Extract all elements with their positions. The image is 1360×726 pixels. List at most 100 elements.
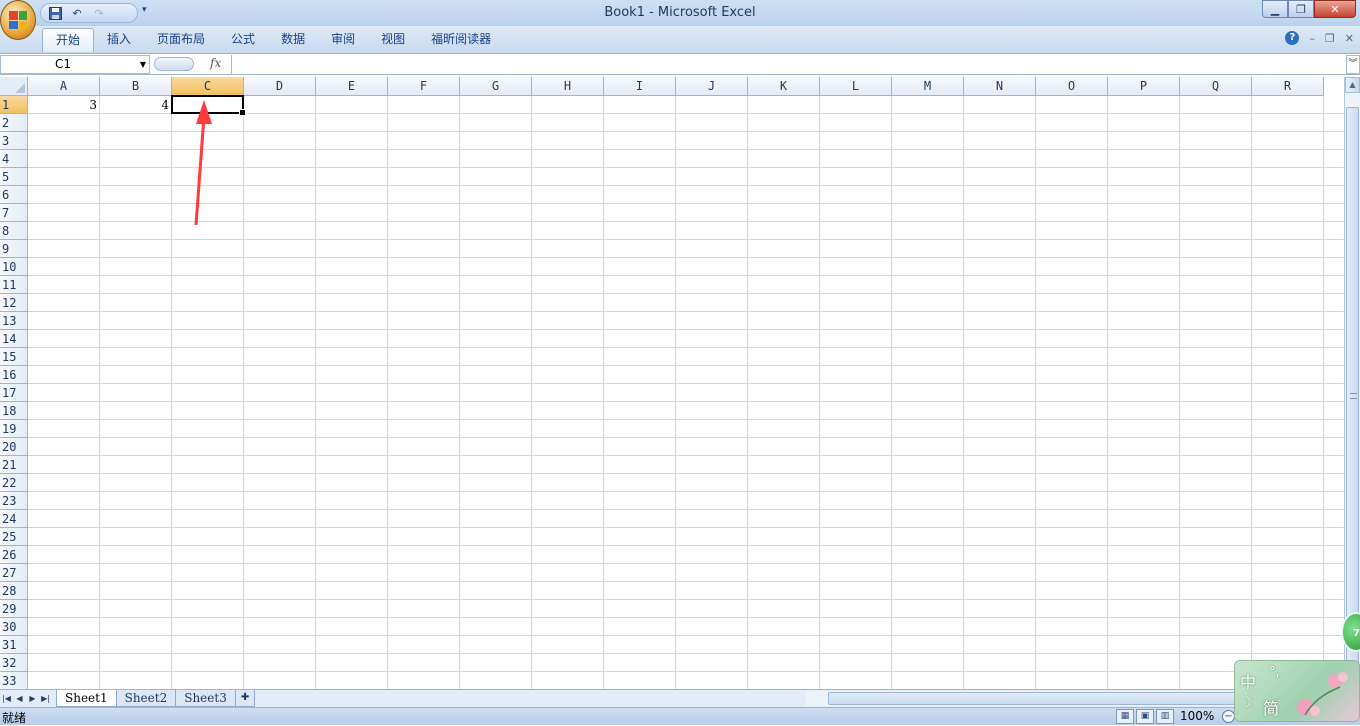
row-header-6[interactable]: 6 — [0, 186, 28, 204]
column-header-q[interactable]: Q — [1180, 77, 1252, 96]
prev-sheet-icon[interactable]: ◀ — [13, 691, 26, 706]
workbook-minimize-button[interactable]: – — [1309, 32, 1315, 45]
row-header-8[interactable]: 8 — [0, 222, 28, 240]
vertical-scroll-thumb[interactable] — [1346, 107, 1359, 667]
row-header-20[interactable]: 20 — [0, 438, 28, 456]
column-header-j[interactable]: J — [676, 77, 748, 96]
column-header-c[interactable]: C — [172, 77, 244, 96]
last-sheet-icon[interactable]: ▶| — [39, 691, 52, 706]
column-header-b[interactable]: B — [100, 77, 172, 96]
first-sheet-icon[interactable]: |◀ — [0, 691, 13, 706]
select-all-corner[interactable] — [0, 77, 28, 96]
name-box[interactable]: C1 ▼ — [0, 55, 150, 74]
row-header-19[interactable]: 19 — [0, 420, 28, 438]
sheet-tab-sheet3[interactable]: Sheet3 — [175, 690, 236, 707]
cell-area[interactable] — [28, 96, 1344, 689]
column-header-m[interactable]: M — [892, 77, 964, 96]
row-header-7[interactable]: 7 — [0, 204, 28, 222]
insert-sheet-icon[interactable]: ✚ — [234, 690, 256, 707]
office-button[interactable] — [0, 0, 36, 40]
row-header-17[interactable]: 17 — [0, 384, 28, 402]
vertical-scrollbar[interactable]: ▲ — [1344, 77, 1360, 689]
workbook-close-button[interactable]: ✕ — [1345, 32, 1354, 45]
ime-simplified[interactable]: 简 — [1263, 695, 1279, 719]
tab-formulas[interactable]: 公式 — [218, 28, 268, 52]
ime-mode-chinese[interactable]: 中 — [1240, 669, 1256, 693]
column-header-g[interactable]: G — [460, 77, 532, 96]
sheet-tab-sheet1[interactable]: Sheet1 — [56, 690, 117, 707]
tab-page-layout[interactable]: 页面布局 — [144, 28, 218, 52]
row-header-10[interactable]: 10 — [0, 258, 28, 276]
active-cell-c1[interactable] — [171, 95, 246, 116]
column-header-a[interactable]: A — [28, 77, 100, 96]
column-header-p[interactable]: P — [1108, 77, 1180, 96]
ime-toolbar[interactable]: 中 °, ☽ 简 — [1234, 660, 1360, 722]
tab-home[interactable]: 开始 — [42, 28, 95, 52]
row-header-30[interactable]: 30 — [0, 618, 28, 636]
row-header-24[interactable]: 24 — [0, 510, 28, 528]
cell-a1[interactable]: 3 — [28, 96, 100, 114]
column-header-i[interactable]: I — [604, 77, 676, 96]
row-header-26[interactable]: 26 — [0, 546, 28, 564]
page-layout-view-icon[interactable]: ▣ — [1136, 709, 1154, 724]
chevron-down-icon[interactable]: ▼ — [140, 56, 146, 73]
row-header-9[interactable]: 9 — [0, 240, 28, 258]
row-header-33[interactable]: 33 — [0, 672, 28, 689]
row-header-1[interactable]: 1 — [0, 96, 28, 114]
close-button[interactable]: ✕ — [1314, 0, 1356, 18]
row-header-18[interactable]: 18 — [0, 402, 28, 420]
scroll-up-icon[interactable]: ▲ — [1345, 77, 1360, 93]
row-header-25[interactable]: 25 — [0, 528, 28, 546]
column-header-l[interactable]: L — [820, 77, 892, 96]
column-header-k[interactable]: K — [748, 77, 820, 96]
minimize-button[interactable]: ▁ — [1262, 0, 1288, 18]
column-header-r[interactable]: R — [1252, 77, 1324, 96]
column-header-f[interactable]: F — [388, 77, 460, 96]
cell-b1[interactable]: 4 — [100, 96, 172, 114]
normal-view-icon[interactable]: ▦ — [1116, 709, 1134, 724]
tab-review[interactable]: 审阅 — [318, 28, 368, 52]
column-header-n[interactable]: N — [964, 77, 1036, 96]
row-header-21[interactable]: 21 — [0, 456, 28, 474]
tab-insert[interactable]: 插入 — [94, 28, 144, 52]
tab-foxit-reader[interactable]: 福昕阅读器 — [418, 28, 504, 52]
tab-data[interactable]: 数据 — [268, 28, 318, 52]
row-header-32[interactable]: 32 — [0, 654, 28, 672]
row-header-16[interactable]: 16 — [0, 366, 28, 384]
sheet-navigation: |◀ ◀ ▶ ▶| — [0, 691, 52, 706]
formula-toggle-handle[interactable] — [154, 57, 194, 71]
row-header-14[interactable]: 14 — [0, 330, 28, 348]
sheet-tab-sheet2[interactable]: Sheet2 — [115, 690, 177, 707]
moon-icon[interactable]: ☽ — [1240, 695, 1253, 711]
worksheet-grid[interactable]: A B C D E F G H I J K L M N O P Q R 1 2 3 4 5 6 7 8 9 10 11 12 13 14 15 1… — [0, 77, 1344, 689]
help-icon[interactable]: ? — [1285, 31, 1300, 45]
row-header-28[interactable]: 28 — [0, 582, 28, 600]
row-header-23[interactable]: 23 — [0, 492, 28, 510]
column-header-e[interactable]: E — [316, 77, 388, 96]
row-header-13[interactable]: 13 — [0, 312, 28, 330]
row-header-3[interactable]: 3 — [0, 132, 28, 150]
row-header-27[interactable]: 27 — [0, 564, 28, 582]
column-header-d[interactable]: D — [244, 77, 316, 96]
column-header-h[interactable]: H — [532, 77, 604, 96]
row-header-5[interactable]: 5 — [0, 168, 28, 186]
ime-punctuation[interactable]: °, — [1269, 665, 1280, 680]
row-header-4[interactable]: 4 — [0, 150, 28, 168]
row-header-15[interactable]: 15 — [0, 348, 28, 366]
workbook-restore-button[interactable]: ❐ — [1325, 32, 1335, 45]
zoom-level[interactable]: 100% — [1180, 709, 1214, 723]
page-break-view-icon[interactable]: ▥ — [1156, 709, 1174, 724]
row-header-22[interactable]: 22 — [0, 474, 28, 492]
formula-input[interactable] — [231, 55, 1344, 74]
column-header-o[interactable]: O — [1036, 77, 1108, 96]
row-header-12[interactable]: 12 — [0, 294, 28, 312]
tab-view[interactable]: 视图 — [368, 28, 418, 52]
restore-button[interactable]: ❐ — [1288, 0, 1314, 18]
insert-function-icon[interactable]: fx — [210, 56, 221, 70]
expand-formula-bar-icon[interactable]: ︾ — [1346, 55, 1360, 74]
row-header-31[interactable]: 31 — [0, 636, 28, 654]
row-header-29[interactable]: 29 — [0, 600, 28, 618]
next-sheet-icon[interactable]: ▶ — [26, 691, 39, 706]
row-header-2[interactable]: 2 — [0, 114, 28, 132]
row-header-11[interactable]: 11 — [0, 276, 28, 294]
